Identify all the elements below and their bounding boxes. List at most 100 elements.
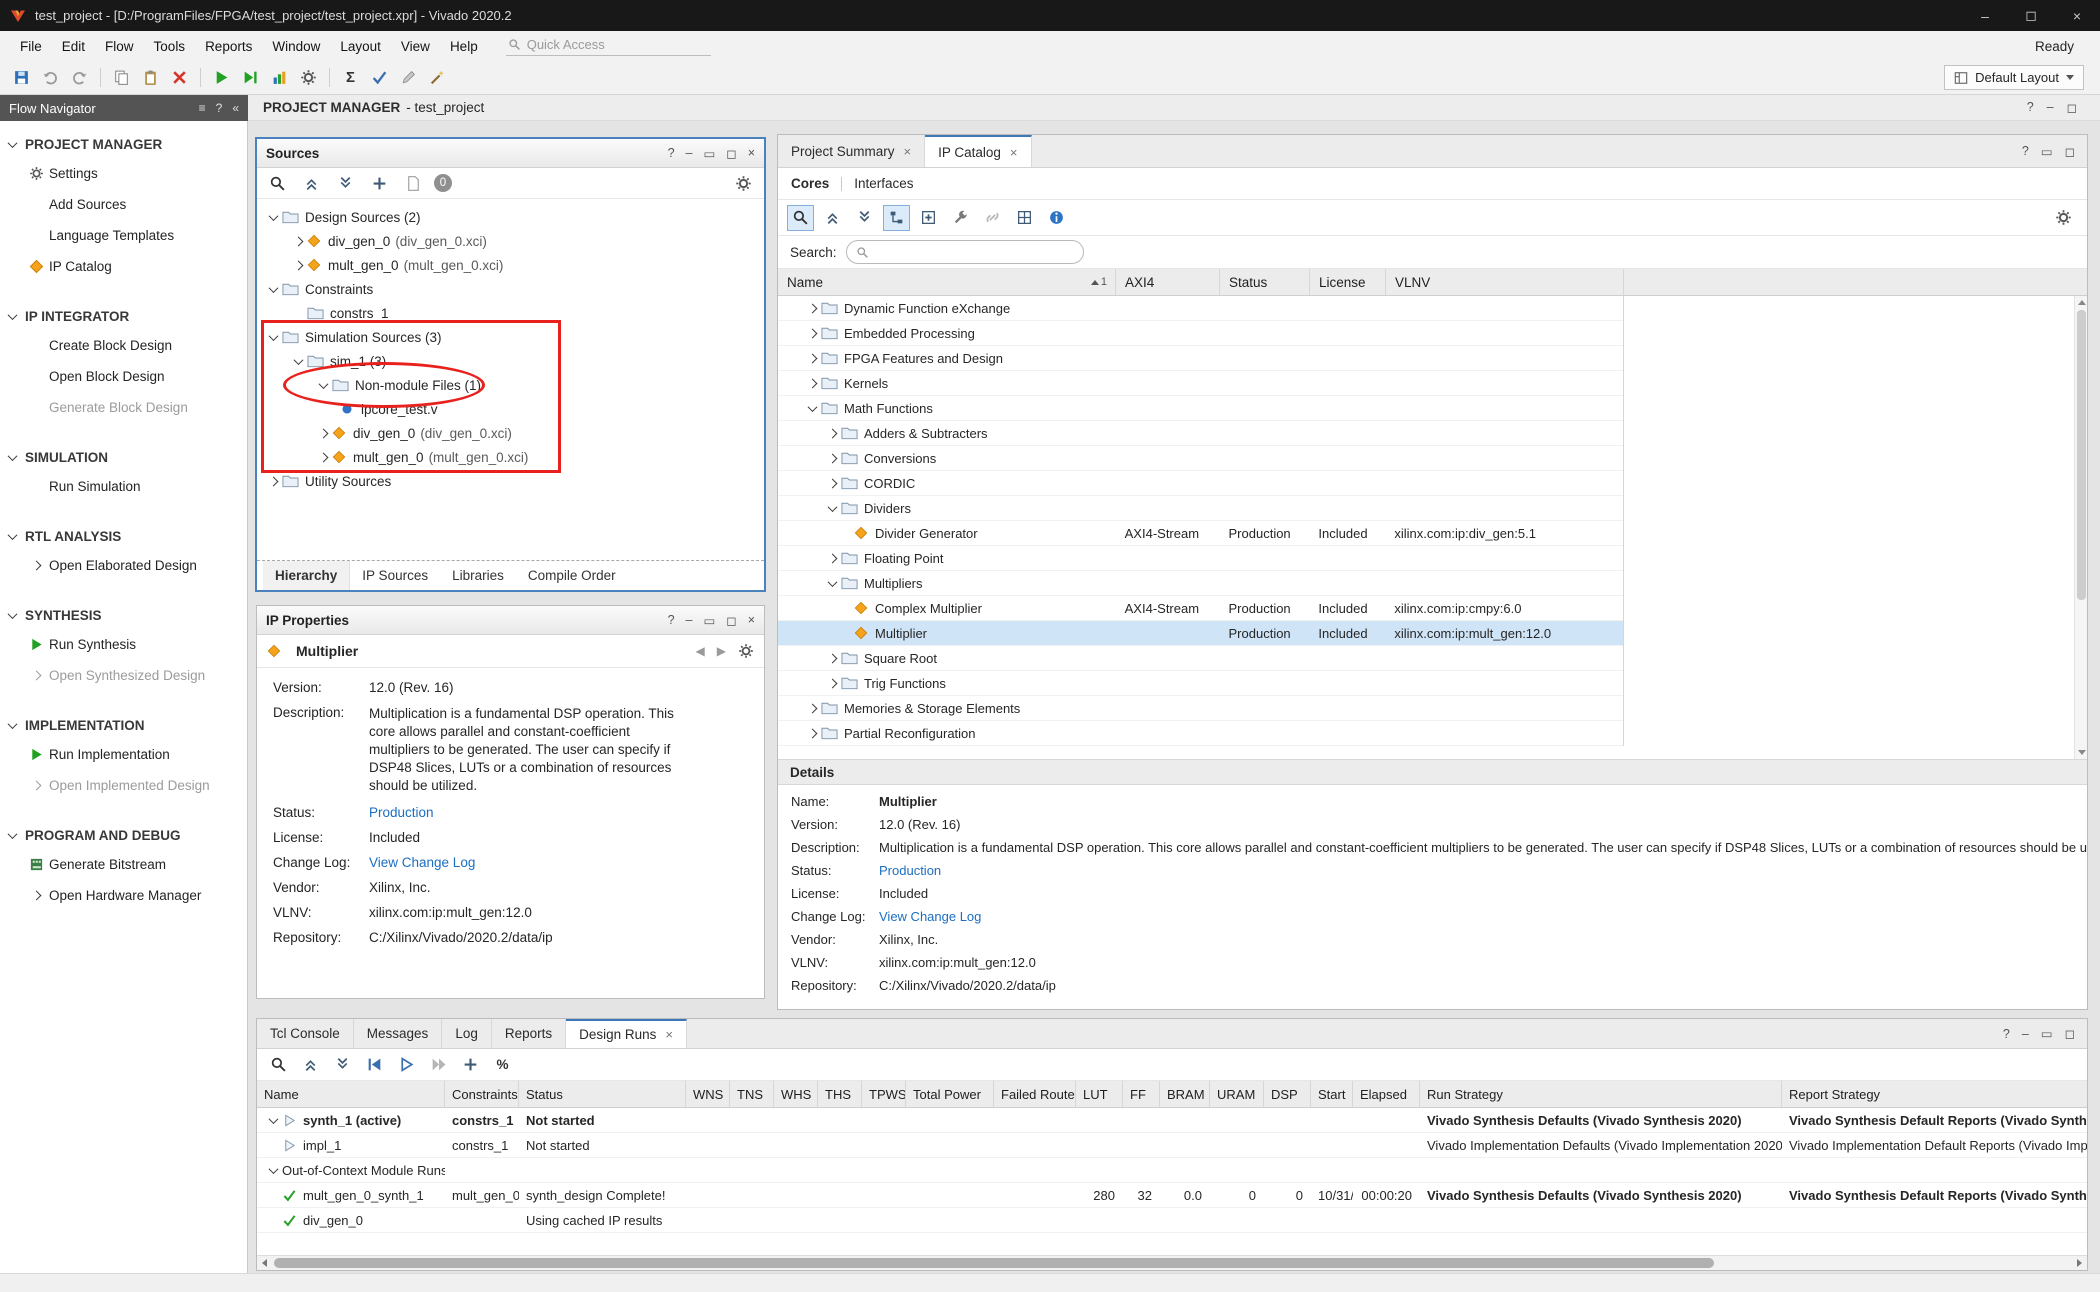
chevron-right-icon[interactable] bbox=[824, 555, 841, 562]
scrollbar-thumb[interactable] bbox=[2077, 310, 2086, 600]
sidebar-item-open-elaborated-design[interactable]: Open Elaborated Design bbox=[0, 550, 247, 581]
tree-row-constraints[interactable]: Constraints bbox=[257, 277, 764, 301]
catalog-row[interactable]: Embedded Processing bbox=[778, 321, 1623, 346]
tree-row-mult-gen[interactable]: mult_gen_0 (mult_gen_0.xci) bbox=[257, 253, 764, 277]
add-ip-button[interactable] bbox=[915, 205, 942, 231]
menu-reports[interactable]: Reports bbox=[195, 39, 262, 54]
menu-help[interactable]: Help bbox=[440, 39, 488, 54]
sidebar-item-language-templates[interactable]: Language Templates bbox=[0, 220, 247, 251]
maximize-icon[interactable]: ◻ bbox=[2065, 1026, 2075, 1041]
undo-button[interactable] bbox=[37, 65, 64, 91]
menu-file[interactable]: File bbox=[10, 39, 52, 54]
settings-gear-button[interactable] bbox=[295, 65, 322, 91]
tab-hierarchy[interactable]: Hierarchy bbox=[263, 561, 350, 590]
close-window-button[interactable]: × bbox=[2054, 0, 2100, 31]
catalog-row-divider-generator[interactable]: Divider Generator AXI4-Stream Production… bbox=[778, 521, 1623, 546]
expand-all-button[interactable] bbox=[332, 170, 359, 196]
maximize-window-button[interactable]: ◻ bbox=[2008, 0, 2054, 31]
catalog-row-math-functions[interactable]: Math Functions bbox=[778, 396, 1623, 421]
tab-libraries[interactable]: Libraries bbox=[440, 561, 516, 590]
column-header[interactable]: DSP bbox=[1264, 1081, 1311, 1107]
layout-selector[interactable]: Default Layout bbox=[1944, 65, 2084, 90]
scrollbar-thumb[interactable] bbox=[274, 1258, 1714, 1268]
save-button[interactable] bbox=[8, 65, 35, 91]
catalog-row[interactable]: Dynamic Function eXchange bbox=[778, 296, 1623, 321]
menu-edit[interactable]: Edit bbox=[52, 39, 95, 54]
menu-icon[interactable]: ≡ bbox=[199, 101, 206, 115]
chevron-right-icon[interactable] bbox=[804, 705, 821, 712]
column-header[interactable]: Status bbox=[519, 1081, 686, 1107]
restart-run-button[interactable] bbox=[361, 1052, 388, 1078]
sidebar-item-create-block-design[interactable]: Create Block Design bbox=[0, 330, 247, 361]
percent-button[interactable]: % bbox=[489, 1052, 516, 1078]
column-header[interactable]: TNS bbox=[730, 1081, 774, 1107]
catalog-row-complex-multiplier[interactable]: Complex Multiplier AXI4-Stream Productio… bbox=[778, 596, 1623, 621]
delete-button[interactable] bbox=[166, 65, 193, 91]
float-icon[interactable]: ▭ bbox=[703, 146, 715, 161]
column-header[interactable]: URAM bbox=[1210, 1081, 1264, 1107]
tab-messages[interactable]: Messages bbox=[354, 1019, 443, 1048]
collapse-all-button[interactable] bbox=[819, 205, 846, 231]
close-icon[interactable]: × bbox=[665, 1027, 673, 1042]
column-header-axi4[interactable]: AXI4 bbox=[1116, 269, 1220, 295]
chevron-right-icon[interactable] bbox=[315, 430, 332, 437]
close-icon[interactable]: × bbox=[1010, 145, 1018, 160]
add-sources-button[interactable] bbox=[366, 170, 393, 196]
sidebar-item-add-sources[interactable]: Add Sources bbox=[0, 189, 247, 220]
collapse-all-button[interactable] bbox=[297, 1052, 324, 1078]
tree-row-ipcore-test[interactable]: ipcore_test.v bbox=[257, 397, 764, 421]
tree-row-simulation-sources[interactable]: Simulation Sources (3) bbox=[257, 325, 764, 349]
validate-button[interactable] bbox=[366, 65, 393, 91]
minimize-icon[interactable]: ‒ bbox=[686, 146, 693, 161]
sidebar-item-run-simulation[interactable]: Run Simulation bbox=[0, 471, 247, 502]
run-row-div-gen[interactable]: div_gen_0 Using cached IP results bbox=[257, 1208, 2087, 1233]
minimize-icon[interactable]: ‒ bbox=[2022, 1027, 2029, 1041]
edit-pencil-button[interactable] bbox=[395, 65, 422, 91]
wand-button[interactable] bbox=[424, 65, 451, 91]
scroll-up-icon[interactable] bbox=[2078, 300, 2086, 305]
tab-log[interactable]: Log bbox=[442, 1019, 492, 1048]
column-header[interactable]: Name bbox=[257, 1081, 445, 1107]
run-row-ooc-group[interactable]: Out-of-Context Module Runs bbox=[257, 1158, 2087, 1183]
sidebar-item-settings[interactable]: Settings bbox=[0, 158, 247, 189]
maximize-icon[interactable]: ◻ bbox=[726, 613, 736, 628]
menu-flow[interactable]: Flow bbox=[95, 39, 144, 54]
chevron-right-icon[interactable] bbox=[824, 655, 841, 662]
chevron-right-icon[interactable] bbox=[824, 430, 841, 437]
chevron-right-icon[interactable] bbox=[804, 730, 821, 737]
expand-all-button[interactable] bbox=[329, 1052, 356, 1078]
help-icon[interactable]: ? bbox=[2027, 100, 2034, 115]
customize-ip-button[interactable] bbox=[947, 205, 974, 231]
redo-button[interactable] bbox=[66, 65, 93, 91]
tab-reports[interactable]: Reports bbox=[492, 1019, 566, 1048]
chevron-right-icon[interactable] bbox=[265, 478, 282, 485]
flownav-section-header[interactable]: RTL ANALYSIS bbox=[0, 523, 247, 550]
chevron-down-icon[interactable] bbox=[265, 334, 282, 341]
tree-row-constrs-1[interactable]: constrs_1 bbox=[257, 301, 764, 325]
sidebar-item-open-synthesized-design[interactable]: Open Synthesized Design bbox=[0, 660, 247, 691]
horizontal-scrollbar[interactable] bbox=[257, 1255, 2087, 1270]
catalog-row[interactable]: Adders & Subtracters bbox=[778, 421, 1623, 446]
column-header-vlnv[interactable]: VLNV bbox=[1386, 269, 1624, 295]
tree-row-div-gen-sim[interactable]: div_gen_0 (div_gen_0.xci) bbox=[257, 421, 764, 445]
gear-icon[interactable] bbox=[730, 170, 757, 196]
chevron-right-icon[interactable] bbox=[315, 454, 332, 461]
scroll-left-icon[interactable] bbox=[262, 1259, 267, 1267]
search-button[interactable] bbox=[265, 1052, 292, 1078]
run-button[interactable] bbox=[208, 65, 235, 91]
help-icon[interactable]: ? bbox=[668, 613, 675, 628]
help-icon[interactable]: ? bbox=[2022, 144, 2029, 158]
change-log-link[interactable]: View Change Log bbox=[369, 855, 475, 870]
launch-run-button[interactable] bbox=[393, 1052, 420, 1078]
flownav-section-header[interactable]: PROGRAM AND DEBUG bbox=[0, 822, 247, 849]
menu-window[interactable]: Window bbox=[262, 39, 330, 54]
help-icon[interactable]: ? bbox=[2003, 1027, 2010, 1041]
close-icon[interactable]: × bbox=[904, 144, 912, 159]
menu-view[interactable]: View bbox=[391, 39, 440, 54]
chevron-down-icon[interactable] bbox=[824, 505, 841, 512]
search-button[interactable] bbox=[787, 205, 814, 231]
tree-row-non-module-files[interactable]: Non-module Files (1) bbox=[257, 373, 764, 397]
status-link[interactable]: Production bbox=[369, 805, 434, 820]
sidebar-item-run-synthesis[interactable]: Run Synthesis bbox=[0, 629, 247, 660]
tab-ip-sources[interactable]: IP Sources bbox=[350, 561, 440, 590]
